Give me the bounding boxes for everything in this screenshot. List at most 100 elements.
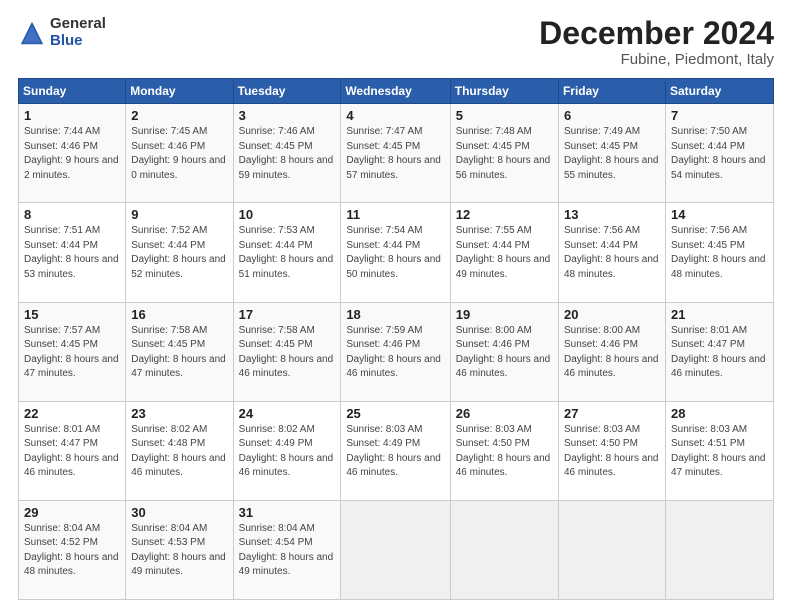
day-cell: 19 Sunrise: 8:00 AMSunset: 4:46 PMDaylig… <box>450 302 558 401</box>
header-cell-sunday: Sunday <box>19 79 126 104</box>
day-detail: Sunrise: 8:04 AMSunset: 4:53 PMDaylight:… <box>131 523 226 578</box>
day-detail: Sunrise: 7:55 AMSunset: 4:44 PMDaylight:… <box>456 225 551 280</box>
day-cell <box>341 500 450 599</box>
day-number: 4 <box>346 108 444 123</box>
day-cell: 26 Sunrise: 8:03 AMSunset: 4:50 PMDaylig… <box>450 401 558 500</box>
day-detail: Sunrise: 7:46 AMSunset: 4:45 PMDaylight:… <box>239 126 334 181</box>
day-cell: 10 Sunrise: 7:53 AMSunset: 4:44 PMDaylig… <box>233 203 341 302</box>
header-cell-tuesday: Tuesday <box>233 79 341 104</box>
day-number: 9 <box>131 207 227 222</box>
day-number: 6 <box>564 108 660 123</box>
day-number: 18 <box>346 307 444 322</box>
day-detail: Sunrise: 8:03 AMSunset: 4:50 PMDaylight:… <box>456 424 551 479</box>
title-block: December 2024 Fubine, Piedmont, Italy <box>539 16 774 68</box>
day-cell: 22 Sunrise: 8:01 AMSunset: 4:47 PMDaylig… <box>19 401 126 500</box>
calendar-body: 1 Sunrise: 7:44 AMSunset: 4:46 PMDayligh… <box>19 104 774 600</box>
day-number: 23 <box>131 406 227 421</box>
header-cell-saturday: Saturday <box>665 79 773 104</box>
day-number: 7 <box>671 108 768 123</box>
day-number: 20 <box>564 307 660 322</box>
logo-icon <box>18 19 46 47</box>
day-detail: Sunrise: 7:45 AMSunset: 4:46 PMDaylight:… <box>131 126 226 181</box>
day-cell: 13 Sunrise: 7:56 AMSunset: 4:44 PMDaylig… <box>558 203 665 302</box>
day-cell: 14 Sunrise: 7:56 AMSunset: 4:45 PMDaylig… <box>665 203 773 302</box>
day-detail: Sunrise: 8:00 AMSunset: 4:46 PMDaylight:… <box>456 325 551 380</box>
day-number: 15 <box>24 307 120 322</box>
day-detail: Sunrise: 7:53 AMSunset: 4:44 PMDaylight:… <box>239 225 334 280</box>
day-detail: Sunrise: 7:51 AMSunset: 4:44 PMDaylight:… <box>24 225 119 280</box>
day-detail: Sunrise: 8:02 AMSunset: 4:48 PMDaylight:… <box>131 424 226 479</box>
day-number: 31 <box>239 505 336 520</box>
day-cell: 7 Sunrise: 7:50 AMSunset: 4:44 PMDayligh… <box>665 104 773 203</box>
day-number: 1 <box>24 108 120 123</box>
day-cell: 2 Sunrise: 7:45 AMSunset: 4:46 PMDayligh… <box>126 104 233 203</box>
day-detail: Sunrise: 7:47 AMSunset: 4:45 PMDaylight:… <box>346 126 441 181</box>
header-cell-monday: Monday <box>126 79 233 104</box>
day-cell: 5 Sunrise: 7:48 AMSunset: 4:45 PMDayligh… <box>450 104 558 203</box>
day-cell: 4 Sunrise: 7:47 AMSunset: 4:45 PMDayligh… <box>341 104 450 203</box>
day-detail: Sunrise: 7:52 AMSunset: 4:44 PMDaylight:… <box>131 225 226 280</box>
header-cell-thursday: Thursday <box>450 79 558 104</box>
day-number: 11 <box>346 207 444 222</box>
day-cell: 17 Sunrise: 7:58 AMSunset: 4:45 PMDaylig… <box>233 302 341 401</box>
logo: General Blue <box>18 16 106 49</box>
day-detail: Sunrise: 7:56 AMSunset: 4:44 PMDaylight:… <box>564 225 659 280</box>
day-detail: Sunrise: 8:03 AMSunset: 4:50 PMDaylight:… <box>564 424 659 479</box>
day-number: 22 <box>24 406 120 421</box>
header-row: SundayMondayTuesdayWednesdayThursdayFrid… <box>19 79 774 104</box>
calendar-table: SundayMondayTuesdayWednesdayThursdayFrid… <box>18 78 774 600</box>
day-number: 17 <box>239 307 336 322</box>
day-number: 14 <box>671 207 768 222</box>
day-detail: Sunrise: 8:03 AMSunset: 4:49 PMDaylight:… <box>346 424 441 479</box>
day-number: 19 <box>456 307 553 322</box>
day-number: 26 <box>456 406 553 421</box>
day-cell: 18 Sunrise: 7:59 AMSunset: 4:46 PMDaylig… <box>341 302 450 401</box>
day-number: 8 <box>24 207 120 222</box>
day-number: 27 <box>564 406 660 421</box>
day-cell: 16 Sunrise: 7:58 AMSunset: 4:45 PMDaylig… <box>126 302 233 401</box>
week-row-4: 22 Sunrise: 8:01 AMSunset: 4:47 PMDaylig… <box>19 401 774 500</box>
logo-general: General <box>50 16 106 33</box>
day-number: 30 <box>131 505 227 520</box>
day-detail: Sunrise: 7:59 AMSunset: 4:46 PMDaylight:… <box>346 325 441 380</box>
day-cell: 1 Sunrise: 7:44 AMSunset: 4:46 PMDayligh… <box>19 104 126 203</box>
day-cell: 9 Sunrise: 7:52 AMSunset: 4:44 PMDayligh… <box>126 203 233 302</box>
day-detail: Sunrise: 8:04 AMSunset: 4:54 PMDaylight:… <box>239 523 334 578</box>
day-detail: Sunrise: 8:02 AMSunset: 4:49 PMDaylight:… <box>239 424 334 479</box>
subtitle: Fubine, Piedmont, Italy <box>539 51 774 68</box>
day-cell: 12 Sunrise: 7:55 AMSunset: 4:44 PMDaylig… <box>450 203 558 302</box>
day-cell: 3 Sunrise: 7:46 AMSunset: 4:45 PMDayligh… <box>233 104 341 203</box>
week-row-3: 15 Sunrise: 7:57 AMSunset: 4:45 PMDaylig… <box>19 302 774 401</box>
day-number: 13 <box>564 207 660 222</box>
day-cell: 21 Sunrise: 8:01 AMSunset: 4:47 PMDaylig… <box>665 302 773 401</box>
day-number: 28 <box>671 406 768 421</box>
day-number: 24 <box>239 406 336 421</box>
day-detail: Sunrise: 8:00 AMSunset: 4:46 PMDaylight:… <box>564 325 659 380</box>
day-cell: 6 Sunrise: 7:49 AMSunset: 4:45 PMDayligh… <box>558 104 665 203</box>
day-cell <box>558 500 665 599</box>
day-cell: 24 Sunrise: 8:02 AMSunset: 4:49 PMDaylig… <box>233 401 341 500</box>
day-cell: 8 Sunrise: 7:51 AMSunset: 4:44 PMDayligh… <box>19 203 126 302</box>
day-cell: 28 Sunrise: 8:03 AMSunset: 4:51 PMDaylig… <box>665 401 773 500</box>
week-row-1: 1 Sunrise: 7:44 AMSunset: 4:46 PMDayligh… <box>19 104 774 203</box>
day-cell: 27 Sunrise: 8:03 AMSunset: 4:50 PMDaylig… <box>558 401 665 500</box>
day-cell: 25 Sunrise: 8:03 AMSunset: 4:49 PMDaylig… <box>341 401 450 500</box>
day-number: 2 <box>131 108 227 123</box>
day-detail: Sunrise: 7:44 AMSunset: 4:46 PMDaylight:… <box>24 126 119 181</box>
day-cell <box>665 500 773 599</box>
day-detail: Sunrise: 8:01 AMSunset: 4:47 PMDaylight:… <box>671 325 766 380</box>
day-detail: Sunrise: 7:58 AMSunset: 4:45 PMDaylight:… <box>239 325 334 380</box>
header: General Blue December 2024 Fubine, Piedm… <box>18 16 774 68</box>
day-detail: Sunrise: 8:01 AMSunset: 4:47 PMDaylight:… <box>24 424 119 479</box>
day-cell <box>450 500 558 599</box>
day-number: 3 <box>239 108 336 123</box>
calendar-header: SundayMondayTuesdayWednesdayThursdayFrid… <box>19 79 774 104</box>
day-number: 29 <box>24 505 120 520</box>
day-cell: 15 Sunrise: 7:57 AMSunset: 4:45 PMDaylig… <box>19 302 126 401</box>
day-detail: Sunrise: 7:58 AMSunset: 4:45 PMDaylight:… <box>131 325 226 380</box>
day-detail: Sunrise: 7:57 AMSunset: 4:45 PMDaylight:… <box>24 325 119 380</box>
day-cell: 23 Sunrise: 8:02 AMSunset: 4:48 PMDaylig… <box>126 401 233 500</box>
day-detail: Sunrise: 7:48 AMSunset: 4:45 PMDaylight:… <box>456 126 551 181</box>
week-row-2: 8 Sunrise: 7:51 AMSunset: 4:44 PMDayligh… <box>19 203 774 302</box>
day-detail: Sunrise: 7:49 AMSunset: 4:45 PMDaylight:… <box>564 126 659 181</box>
